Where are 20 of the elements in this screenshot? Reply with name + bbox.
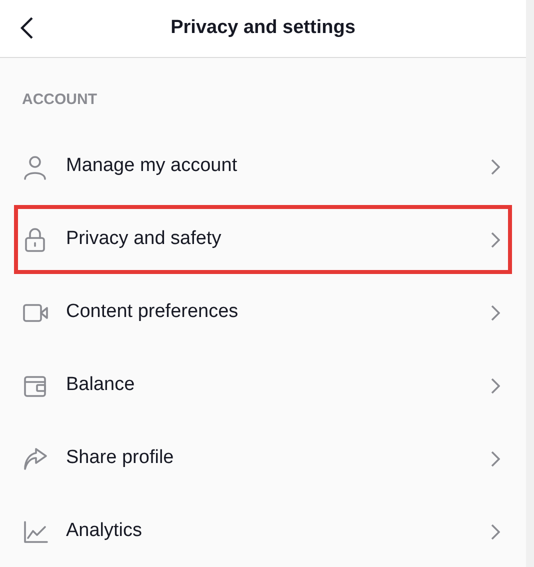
- lock-icon: [22, 226, 48, 252]
- highlighted-menu-item[interactable]: Privacy and safety: [12, 203, 514, 276]
- person-icon: [22, 154, 48, 180]
- menu-item[interactable]: Analytics: [0, 495, 526, 567]
- menu-item[interactable]: Share profile: [0, 422, 526, 495]
- page-title: Privacy and settings: [170, 16, 356, 40]
- chart-icon: [22, 518, 48, 544]
- back-icon: [20, 16, 34, 40]
- chevron-right-icon: [491, 378, 500, 394]
- menu-item[interactable]: Content preferences: [0, 276, 526, 349]
- chevron-right-icon: [491, 158, 500, 174]
- chevron-right-icon: [491, 232, 500, 248]
- menu-item[interactable]: Balance: [0, 349, 526, 422]
- menu-item[interactable]: Manage my account: [0, 130, 526, 203]
- chevron-right-icon: [491, 450, 500, 466]
- back-button[interactable]: [20, 16, 34, 40]
- share-icon: [22, 446, 48, 472]
- chevron-right-icon: [491, 524, 500, 540]
- section-label: ACCOUNT: [22, 91, 97, 108]
- chevron-right-icon: [491, 304, 500, 320]
